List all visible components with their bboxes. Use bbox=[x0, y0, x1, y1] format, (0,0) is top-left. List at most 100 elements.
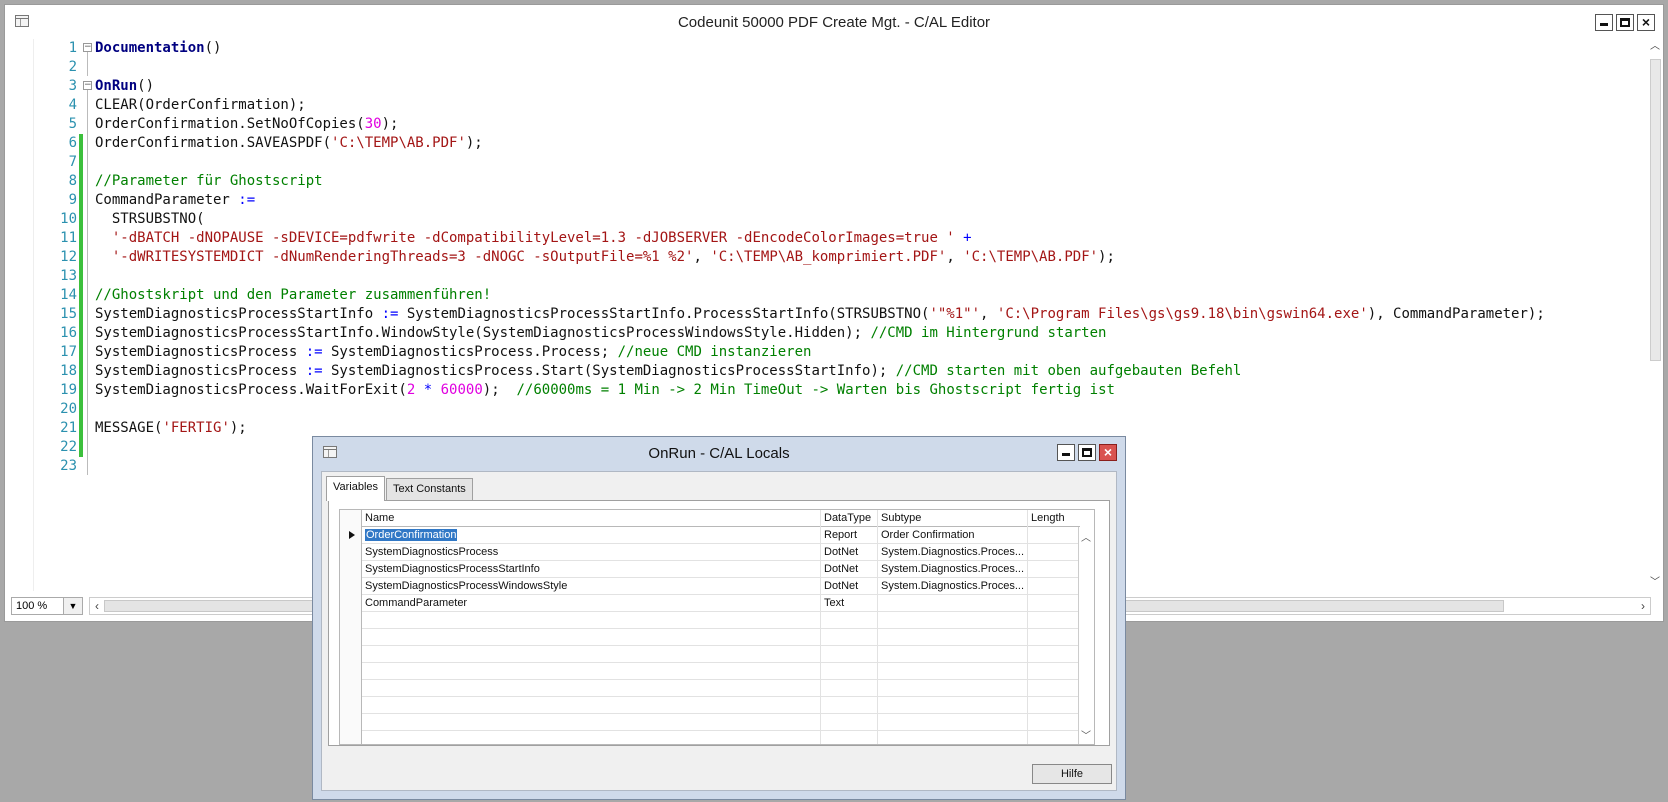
cell-name[interactable]: OrderConfirmation bbox=[362, 527, 820, 544]
code-line[interactable]: 20 bbox=[13, 400, 1651, 419]
maximize-button[interactable] bbox=[1078, 444, 1096, 461]
row-selector[interactable] bbox=[340, 578, 362, 595]
cell-subtype[interactable] bbox=[877, 612, 1027, 629]
cell-name[interactable]: SystemDiagnosticsProcessStartInfo bbox=[362, 561, 820, 578]
locals-title-bar[interactable]: OnRun - C/AL Locals × bbox=[313, 437, 1125, 467]
grid-scroll-up-icon[interactable]: ︿ bbox=[1081, 529, 1091, 544]
editor-title-bar[interactable]: Codeunit 50000 PDF Create Mgt. - C/AL Ed… bbox=[5, 5, 1663, 37]
grid-vertical-scrollbar[interactable]: ︿ ﹀ bbox=[1078, 527, 1094, 744]
table-row[interactable] bbox=[340, 731, 1080, 744]
minimize-button[interactable] bbox=[1595, 14, 1613, 31]
table-row[interactable] bbox=[340, 629, 1080, 646]
cell-datatype[interactable] bbox=[820, 697, 877, 714]
cell-datatype[interactable] bbox=[820, 612, 877, 629]
code-line[interactable]: 14 //Ghostskript und den Parameter zusamm… bbox=[13, 286, 1651, 305]
cell-subtype[interactable]: System.Diagnostics.Proces... bbox=[877, 544, 1027, 561]
cell-name[interactable] bbox=[362, 697, 820, 714]
cell-name[interactable] bbox=[362, 646, 820, 663]
scroll-up-icon[interactable]: ︿ bbox=[1649, 41, 1661, 53]
code-line[interactable]: 3− OnRun() bbox=[13, 77, 1651, 96]
code-line[interactable]: 13 bbox=[13, 267, 1651, 286]
variables-grid[interactable]: Name DataType Subtype Length OrderConfir… bbox=[339, 509, 1095, 745]
cell-subtype[interactable] bbox=[877, 595, 1027, 612]
code-line[interactable]: 17 SystemDiagnosticsProcess := SystemDiag… bbox=[13, 343, 1651, 362]
cell-datatype[interactable]: Report bbox=[820, 527, 877, 544]
code-line[interactable]: 1− Documentation() bbox=[13, 39, 1651, 58]
code-line[interactable]: 10 STRSUBSTNO( bbox=[13, 210, 1651, 229]
cell-subtype[interactable]: System.Diagnostics.Proces... bbox=[877, 578, 1027, 595]
row-selector[interactable] bbox=[340, 612, 362, 629]
code-line[interactable]: 7 bbox=[13, 153, 1651, 172]
cell-length[interactable] bbox=[1027, 646, 1080, 663]
cell-length[interactable] bbox=[1027, 629, 1080, 646]
cell-length[interactable] bbox=[1027, 595, 1080, 612]
tab-variables[interactable]: Variables bbox=[326, 476, 386, 501]
cell-datatype[interactable] bbox=[820, 663, 877, 680]
cell-length[interactable] bbox=[1027, 527, 1080, 544]
row-selector[interactable] bbox=[340, 663, 362, 680]
cell-datatype[interactable]: DotNet bbox=[820, 544, 877, 561]
editor-vertical-scrollbar[interactable]: ︿ ﹀ bbox=[1647, 39, 1663, 591]
table-row[interactable] bbox=[340, 663, 1080, 680]
collapse-icon[interactable]: − bbox=[83, 43, 92, 52]
scroll-left-icon[interactable]: ‹ bbox=[90, 598, 104, 614]
row-selector[interactable] bbox=[340, 561, 362, 578]
cell-name[interactable] bbox=[362, 680, 820, 697]
table-row[interactable]: SystemDiagnosticsProcessStartInfo DotNet S… bbox=[340, 561, 1080, 578]
code-line[interactable]: 19 SystemDiagnosticsProcess.WaitForExit(2… bbox=[13, 381, 1651, 400]
cell-subtype[interactable]: System.Diagnostics.Proces... bbox=[877, 561, 1027, 578]
table-row[interactable] bbox=[340, 612, 1080, 629]
cell-name[interactable] bbox=[362, 612, 820, 629]
cell-subtype[interactable] bbox=[877, 697, 1027, 714]
cell-subtype[interactable]: Order Confirmation bbox=[877, 527, 1027, 544]
cell-name[interactable] bbox=[362, 629, 820, 646]
code-line[interactable]: 5 OrderConfirmation.SetNoOfCopies(30); bbox=[13, 115, 1651, 134]
row-selector[interactable] bbox=[340, 646, 362, 663]
cell-datatype[interactable] bbox=[820, 629, 877, 646]
cell-subtype[interactable] bbox=[877, 663, 1027, 680]
cell-subtype[interactable] bbox=[877, 680, 1027, 697]
code-line[interactable]: 2 bbox=[13, 58, 1651, 77]
code-line[interactable]: 9 CommandParameter := bbox=[13, 191, 1651, 210]
table-row[interactable]: SystemDiagnosticsProcessWindowsStyle DotN… bbox=[340, 578, 1080, 595]
scrollbar-thumb[interactable] bbox=[1650, 59, 1661, 361]
column-header-datatype[interactable]: DataType bbox=[820, 510, 877, 527]
cell-datatype[interactable]: DotNet bbox=[820, 561, 877, 578]
scroll-right-icon[interactable]: › bbox=[1636, 598, 1650, 614]
code-line[interactable]: 11 '-dBATCH -dNOPAUSE -sDEVICE=pdfwrite … bbox=[13, 229, 1651, 248]
row-selector[interactable] bbox=[340, 595, 362, 612]
tab-text-constants[interactable]: Text Constants bbox=[386, 478, 473, 500]
row-selector[interactable] bbox=[340, 714, 362, 731]
code-line[interactable]: 15 SystemDiagnosticsProcessStartInfo := S… bbox=[13, 305, 1651, 324]
cell-name[interactable] bbox=[362, 731, 820, 744]
row-selector[interactable] bbox=[340, 544, 362, 561]
current-row-arrow-icon[interactable] bbox=[340, 527, 362, 544]
cell-length[interactable] bbox=[1027, 544, 1080, 561]
cell-length[interactable] bbox=[1027, 731, 1080, 744]
code-line[interactable]: 12 '-dWRITESYSTEMDICT -dNumRenderingThre… bbox=[13, 248, 1651, 267]
code-line[interactable]: 18 SystemDiagnosticsProcess := SystemDiag… bbox=[13, 362, 1651, 381]
scroll-down-icon[interactable]: ﹀ bbox=[1649, 577, 1661, 589]
cell-length[interactable] bbox=[1027, 680, 1080, 697]
row-selector[interactable] bbox=[340, 731, 362, 744]
cell-length[interactable] bbox=[1027, 612, 1080, 629]
table-row[interactable] bbox=[340, 680, 1080, 697]
close-button[interactable]: × bbox=[1099, 444, 1117, 461]
cell-datatype[interactable]: DotNet bbox=[820, 578, 877, 595]
column-header-name[interactable]: Name bbox=[362, 510, 820, 527]
column-header-subtype[interactable]: Subtype bbox=[877, 510, 1027, 527]
minimize-button[interactable] bbox=[1057, 444, 1075, 461]
cell-name[interactable] bbox=[362, 663, 820, 680]
table-row[interactable]: CommandParameter Text bbox=[340, 595, 1080, 612]
cell-datatype[interactable] bbox=[820, 731, 877, 744]
cell-datatype[interactable]: Text bbox=[820, 595, 877, 612]
cell-subtype[interactable] bbox=[877, 731, 1027, 744]
code-line[interactable]: 6 OrderConfirmation.SAVEASPDF('C:\TEMP\AB… bbox=[13, 134, 1651, 153]
cell-name[interactable]: SystemDiagnosticsProcessWindowsStyle bbox=[362, 578, 820, 595]
cell-name[interactable] bbox=[362, 714, 820, 731]
cell-length[interactable] bbox=[1027, 663, 1080, 680]
table-row[interactable] bbox=[340, 697, 1080, 714]
maximize-button[interactable] bbox=[1616, 14, 1634, 31]
column-header-length[interactable]: Length bbox=[1027, 510, 1080, 527]
code-line[interactable]: 16 SystemDiagnosticsProcessStartInfo.Wind… bbox=[13, 324, 1651, 343]
